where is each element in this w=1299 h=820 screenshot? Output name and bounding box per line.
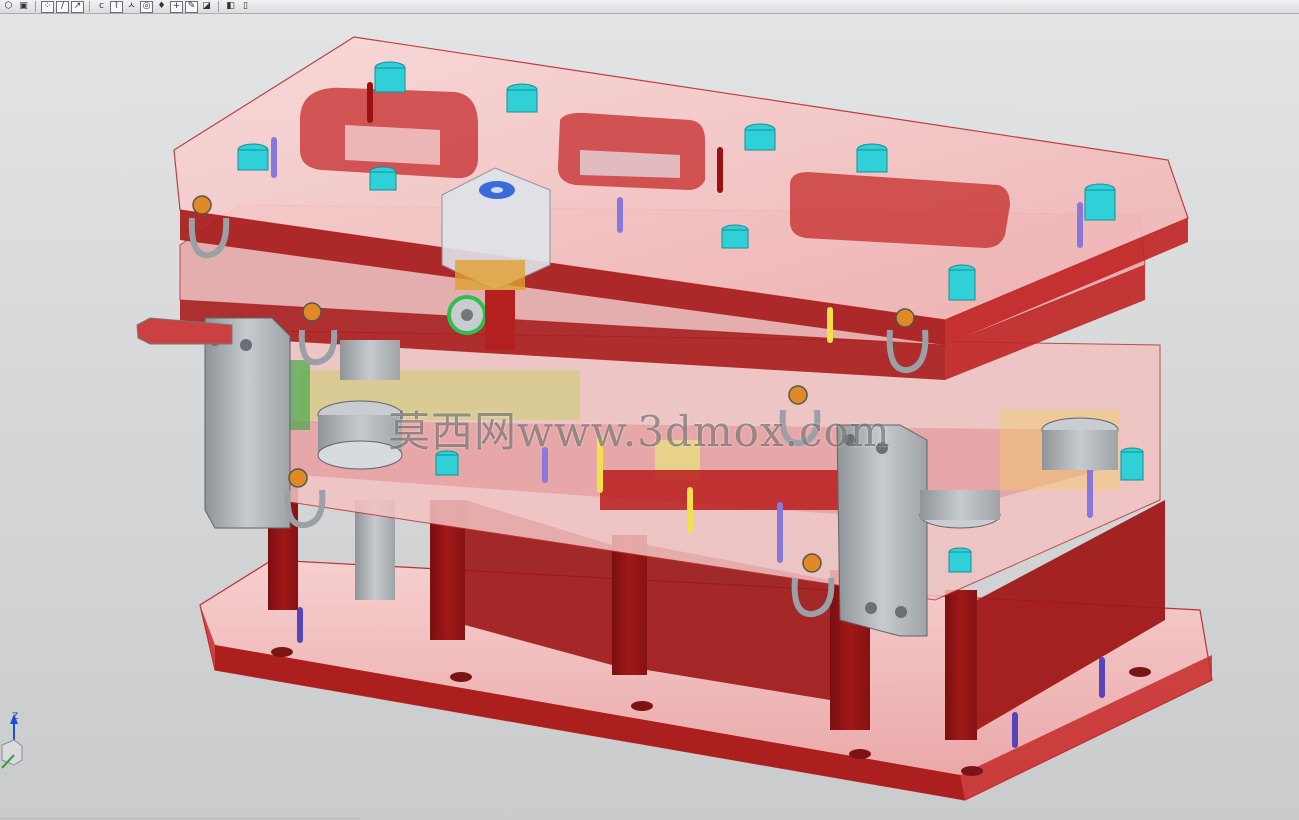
toolbar-separator <box>218 1 219 12</box>
curve-tool-icon[interactable]: c <box>95 1 108 13</box>
point-marker-icon[interactable]: ♦ <box>155 1 168 13</box>
plane-tool-icon[interactable]: ◪ <box>200 1 213 13</box>
shaded-cube-icon[interactable]: ▣ <box>17 1 30 13</box>
toolbar-separator <box>89 1 90 12</box>
circle-center-icon[interactable]: ◎ <box>140 0 153 13</box>
plus-tool-icon[interactable]: + <box>170 0 183 13</box>
dimension-tool-icon[interactable]: ㅅ <box>125 1 138 13</box>
triad-z-label: Z <box>12 712 19 722</box>
coordinate-triad-icon <box>1 714 23 769</box>
snap-points-icon[interactable]: ⁘ <box>41 0 54 13</box>
toolbar-separator <box>35 1 36 12</box>
watermark-text: 莫西网www.3dmox.com <box>388 407 891 456</box>
arrow-tool-icon[interactable]: ↗ <box>71 0 84 13</box>
main-toolbar: ⬡ ▣ ⁘ / ↗ c ⌇ ㅅ ◎ ♦ + ✎ ◪ ◧ ▯ <box>0 0 1299 14</box>
3d-viewport[interactable]: 莫西网www.3dmox.com Z <box>0 15 1299 820</box>
view-box-icon[interactable]: ◧ <box>224 1 237 13</box>
upper-die-shoe <box>173 36 1189 380</box>
view-orient-icon[interactable]: ⬡ <box>2 1 15 13</box>
cylinder-icon[interactable]: ▯ <box>239 1 252 13</box>
line-tool-icon[interactable]: / <box>56 0 69 13</box>
spline-tool-icon[interactable]: ⌇ <box>110 0 123 13</box>
pencil-tool-icon[interactable]: ✎ <box>185 0 198 13</box>
